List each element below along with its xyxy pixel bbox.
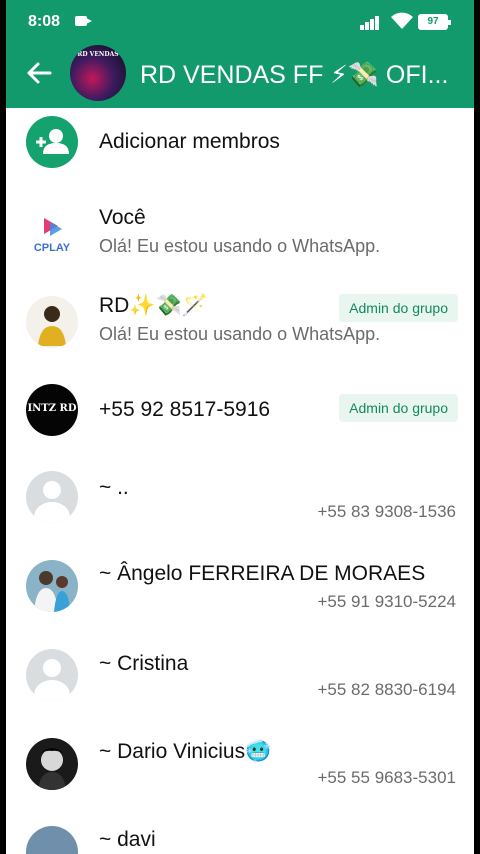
signal-icon <box>360 14 384 30</box>
cplay-avatar-text: CPLAY <box>33 242 71 254</box>
add-member-icon <box>26 116 78 168</box>
group-avatar[interactable]: RD VENDAS <box>70 45 126 101</box>
member-name: +55 92 8517-5916 <box>99 398 271 421</box>
group-avatar-logo-text: RD VENDAS <box>77 51 119 58</box>
member-avatar <box>26 296 78 348</box>
status-bar: 8:08 97 <box>6 0 474 42</box>
member-avatar <box>26 738 78 790</box>
member-status: Olá! Eu estou usando o WhatsApp. <box>99 236 381 256</box>
cplay-avatar: CPLAY <box>26 208 78 260</box>
add-members-row[interactable]: Adicionar membros <box>6 108 474 176</box>
wifi-icon <box>391 12 413 29</box>
member-name: ~ Cristina <box>99 652 189 675</box>
member-row[interactable]: ~ Dario Vinicius🥶 +55 55 9683-5301 <box>6 732 474 802</box>
add-members-label: Adicionar membros <box>99 130 280 153</box>
member-phone: +55 83 9308-1536 <box>317 502 457 521</box>
member-status: Olá! Eu estou usando o WhatsApp. <box>99 324 381 344</box>
member-name: Você <box>99 206 146 229</box>
member-avatar: INTZ RD <box>26 384 78 436</box>
group-title[interactable]: RD VENDAS FF ⚡💸 OFI... <box>140 60 470 90</box>
video-camera-icon <box>75 16 92 26</box>
member-name: ~ davi <box>99 828 156 851</box>
member-avatar <box>26 560 78 612</box>
member-name: RD✨💸🪄 <box>99 294 208 317</box>
member-phone: +55 82 8830-6194 <box>317 680 457 699</box>
top-app-bar: 8:08 97 RD VENDAS RD VENDAS FF ⚡💸 OFI... <box>6 0 474 108</box>
default-avatar-icon <box>26 471 78 523</box>
status-time: 8:08 <box>28 13 61 30</box>
screen: 8:08 97 RD VENDAS RD VENDAS FF ⚡💸 OFI... <box>6 0 474 854</box>
member-avatar-text: INTZ RD <box>27 403 77 414</box>
member-phone: +55 55 9683-5301 <box>317 768 457 787</box>
member-row[interactable]: RD✨💸🪄 Admin do grupo Olá! Eu estou usand… <box>6 288 474 358</box>
member-row[interactable]: ~ Ângelo FERREIRA DE MORAES +55 91 9310-… <box>6 554 474 624</box>
back-arrow-icon[interactable] <box>24 58 54 88</box>
member-row[interactable]: ~ .. +55 83 9308-1536 <box>6 466 474 536</box>
member-row[interactable]: ~ Cristina +55 82 8830-6194 <box>6 644 474 714</box>
member-avatar <box>26 826 78 854</box>
member-name: ~ .. <box>99 476 129 499</box>
battery-icon: 97 <box>418 14 451 30</box>
member-row[interactable]: ~ davi <box>6 820 474 854</box>
member-row[interactable]: CPLAY Você Olá! Eu estou usando o WhatsA… <box>6 200 474 270</box>
member-name: ~ Ângelo FERREIRA DE MORAES <box>99 562 426 585</box>
admin-badge: Admin do grupo <box>339 294 458 322</box>
member-row[interactable]: INTZ RD +55 92 8517-5916 Admin do grupo <box>6 378 474 448</box>
default-avatar-icon <box>26 649 78 701</box>
member-phone: +55 91 9310-5224 <box>317 592 457 611</box>
admin-badge: Admin do grupo <box>339 394 458 422</box>
member-name: ~ Dario Vinicius🥶 <box>99 740 272 763</box>
